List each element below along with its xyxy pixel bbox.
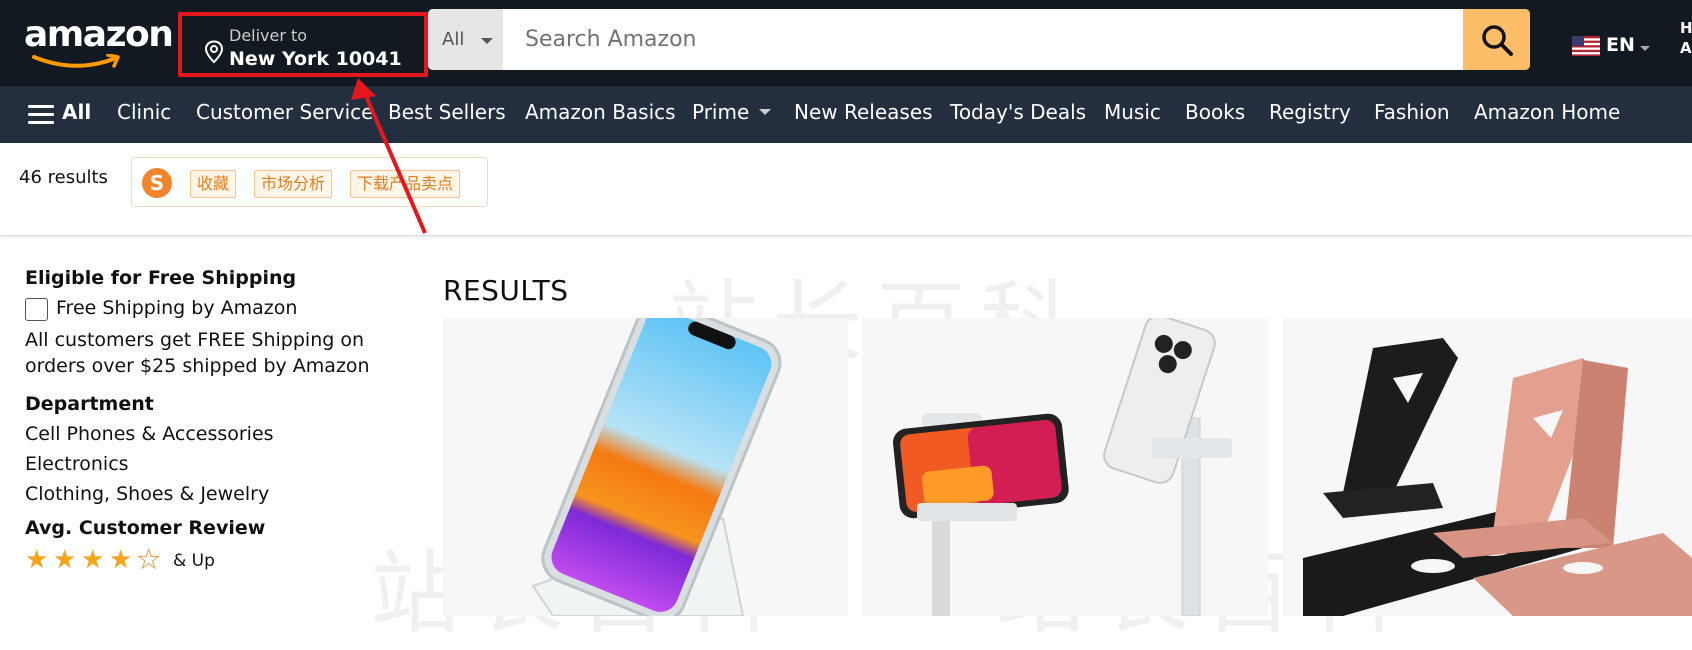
free-shipping-filter[interactable]: Free Shipping by Amazon [25,295,385,325]
chevron-down-icon [1640,46,1650,51]
star-filled-icon: ★ [53,545,77,575]
language-selector[interactable]: EN [1572,34,1652,60]
nav-item-clinic[interactable]: Clinic [117,100,171,124]
hamburger-menu-icon[interactable] [28,105,54,125]
nav-item-music[interactable]: Music [1104,100,1161,124]
deliver-to-location[interactable]: Deliver to New York 10041 [178,12,428,77]
star-filled-icon: ★ [109,545,133,575]
product-image [1303,338,1692,616]
deliver-label: Deliver to [229,26,308,45]
search-bar: All [428,9,1530,70]
top-header: amazon Deliver to New York 10041 All Sea… [0,0,1692,86]
department-heading: Department [25,393,154,415]
favorite-button[interactable]: 收藏 [190,170,237,198]
filter-sidebar: Eligible for Free Shipping Free Shipping… [25,267,385,576]
product-image [892,318,1232,616]
nav-item-fashion[interactable]: Fashion [1374,100,1450,124]
chevron-down-icon [759,108,772,115]
nav-item-best-sellers[interactable]: Best Sellers [388,100,506,124]
search-button[interactable] [1463,9,1530,70]
department-item[interactable]: Electronics [25,449,385,479]
search-category-select[interactable]: All [428,9,503,70]
department-item[interactable]: Cell Phones & Accessories [25,419,385,449]
four-stars-and-up-filter[interactable]: ★ ★ ★ ★ ★ & Up [25,545,385,576]
star-empty-icon: ★ [136,545,161,576]
star-filled-icon: ★ [25,545,49,575]
results-heading: RESULTS [443,274,569,307]
nav-item-todays-deals[interactable]: Today's Deals [950,100,1086,124]
shipping-note-2: orders over $25 shipped by Amazon [25,355,370,377]
product-image-adjustable-stands[interactable] [862,318,1268,616]
shipping-heading: Eligible for Free Shipping [25,267,297,289]
review-heading: Avg. Customer Review [25,517,266,539]
extension-toolbar: S 收藏 市场分析 下载产品卖点 [131,157,488,207]
product-image-acrylic-phone-stand[interactable] [443,318,848,616]
nav-item-registry[interactable]: Registry [1269,100,1351,124]
free-shipping-checkbox[interactable] [25,298,48,321]
amazon-logo[interactable]: amazon [24,14,174,70]
nav-item-new-releases[interactable]: New Releases [794,100,933,124]
department-item[interactable]: Clothing, Shoes & Jewelry [25,479,385,509]
chevron-down-icon [481,38,493,44]
free-shipping-label[interactable]: Free Shipping by Amazon [56,297,297,319]
nav-all[interactable]: All [62,100,91,124]
search-input[interactable] [503,9,1463,70]
search-icon [1482,25,1513,56]
product-image [531,318,782,616]
nav-item-amazon-home[interactable]: Amazon Home [1474,100,1620,124]
extension-logo-icon[interactable]: S [142,168,172,198]
star-filled-icon: ★ [81,545,105,575]
download-selling-points-button[interactable]: 下载产品卖点 [350,170,461,198]
location-pin-icon [204,40,224,64]
nav-item-amazon-basics[interactable]: Amazon Basics [525,100,676,124]
product-image-foldable-stands[interactable] [1283,318,1692,616]
deliver-location: New York 10041 [229,48,402,70]
result-count: 46 results [19,167,108,188]
nav-item-customer-service[interactable]: Customer Service [196,100,373,124]
and-up-label: & Up [173,551,215,571]
nav-bar: All Clinic Customer Service Best Sellers… [0,86,1692,143]
nav-item-books[interactable]: Books [1185,100,1245,124]
nav-item-prime[interactable]: Prime [692,100,772,124]
smile-arrow-icon [32,54,120,68]
market-analysis-button[interactable]: 市场分析 [254,170,333,198]
account-link[interactable]: H A [1680,18,1692,58]
us-flag-icon [1572,36,1600,56]
results-bar: 46 results S 收藏 市场分析 下载产品卖点 [0,143,1692,236]
